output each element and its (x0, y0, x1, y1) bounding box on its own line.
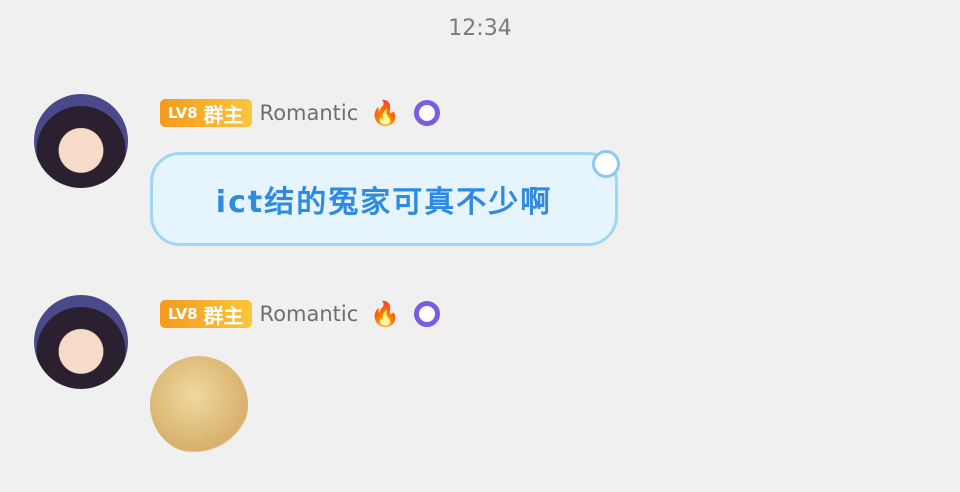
message-header: LV8 群主 Romantic 🔥 (160, 297, 441, 331)
fire-icon: 🔥 (370, 300, 401, 328)
frowning-face-sticker[interactable] (150, 356, 248, 454)
timestamp: 12:34 (448, 16, 512, 41)
clock-icon (592, 150, 620, 178)
level-badge: LV8 群主 (160, 300, 252, 328)
planet-icon (414, 100, 441, 126)
planet-icon (414, 301, 441, 327)
avatar[interactable] (34, 295, 128, 389)
level-label: LV8 (168, 104, 198, 122)
message-bubble[interactable]: ict结的冤家可真不少啊 (150, 152, 618, 246)
sender-name[interactable]: Romantic (260, 302, 359, 326)
level-label: LV8 (168, 305, 198, 323)
role-label: 群主 (203, 102, 244, 127)
role-label: 群主 (203, 303, 244, 328)
message-text: ict结的冤家可真不少啊 (215, 185, 553, 220)
avatar[interactable] (34, 94, 128, 188)
fire-icon: 🔥 (370, 99, 401, 127)
message-header: LV8 群主 Romantic 🔥 (160, 96, 441, 130)
level-badge: LV8 群主 (160, 99, 252, 127)
sender-name[interactable]: Romantic (260, 101, 359, 125)
